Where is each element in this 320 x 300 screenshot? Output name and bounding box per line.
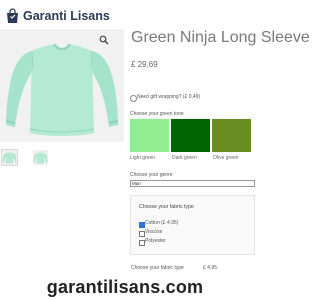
genre-select[interactable] (130, 180, 255, 187)
swatch-name-olive-green: Olive green (213, 155, 239, 161)
option-label-viscose[interactable]: Viscose (145, 229, 162, 236)
gift-wrap-label[interactable]: Need gift wrapping? (£ 0,49) (137, 94, 200, 101)
swatch-light-green[interactable] (130, 119, 169, 152)
genre-select-value[interactable]: Man (132, 180, 141, 187)
swatch-name-light-green: Light green (130, 155, 156, 161)
option-label-cotton[interactable]: Cotton (£ 4,95) (145, 220, 178, 227)
product-price: £ 29,69 (131, 60, 158, 69)
gift-wrap-radio[interactable] (130, 95, 137, 102)
option-label-polyester[interactable]: Polyester (145, 238, 166, 245)
thumbnail-1[interactable] (1, 149, 18, 166)
thumbnail-2[interactable] (33, 150, 48, 165)
product-main-image[interactable] (0, 29, 124, 142)
swatch-olive-green[interactable] (212, 119, 251, 152)
green-tone-label: Choose your green tone (130, 111, 184, 117)
site-watermark: garantilisans.com (46, 277, 204, 297)
sweater-thumbnail-icon (2, 152, 17, 164)
fabric-summary-value: £ 4,95 (203, 265, 217, 271)
fabric-title: Choose your fabric type (139, 204, 194, 210)
site-logo-text[interactable]: Garanti Lisans (23, 8, 110, 24)
fabric-summary-label: Choose your fabric type (131, 265, 184, 271)
sweater-back-thumbnail-icon (33, 152, 48, 164)
product-title: Green Ninja Long Sleeve (131, 29, 310, 46)
genre-label: Choose your genre (130, 172, 173, 178)
shopping-bag-icon (7, 8, 18, 23)
swatch-name-dark-green: Dark green (172, 155, 197, 161)
sweater-illustration (5, 43, 119, 136)
magnifier-icon[interactable] (99, 35, 109, 45)
swatch-dark-green[interactable] (171, 119, 210, 152)
